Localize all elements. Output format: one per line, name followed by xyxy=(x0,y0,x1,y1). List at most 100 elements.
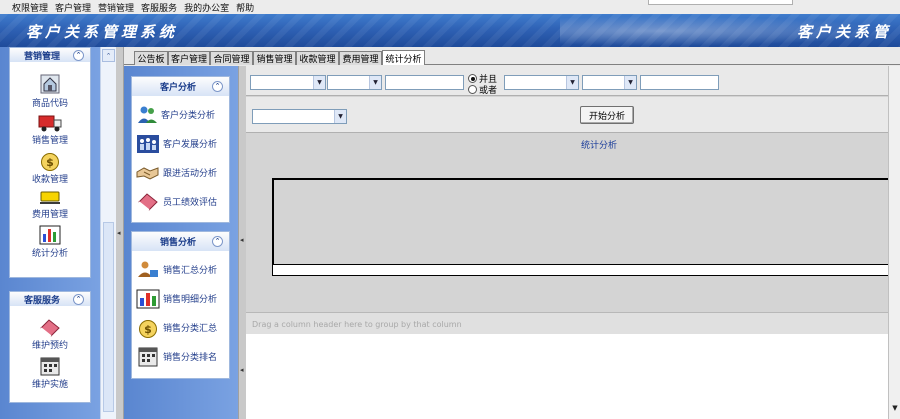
analysis-item-label: 销售分类汇总 xyxy=(163,324,218,334)
analysis-item-label: 跟进活动分析 xyxy=(163,169,218,179)
analysis-item-followup[interactable]: 跟进活动分析 xyxy=(132,158,229,187)
analysis-type-select[interactable]: ▼ xyxy=(252,109,347,124)
app-title-right: 客户关系管 xyxy=(797,23,893,41)
menu-item-customers[interactable]: 客户管理 xyxy=(55,1,91,14)
main-scrollbar[interactable]: ▼ xyxy=(888,66,900,419)
dropdown-arrow-icon: ▼ xyxy=(566,76,578,89)
analysis-panel: 客户分析 ⌃ 客户分类分析 客户发展分析 跟进活动分析 员工绩效评估 销售分析 … xyxy=(124,66,238,419)
chart-area xyxy=(272,178,892,276)
analysis-item-customer-category[interactable]: 客户分类分析 xyxy=(132,100,229,129)
handshake-icon xyxy=(136,166,159,180)
scroll-down-icon[interactable]: ▼ xyxy=(890,403,900,413)
collapse-up-icon[interactable]: ⌃ xyxy=(212,236,223,247)
nav-item-collections[interactable]: $ 收款管理 xyxy=(10,150,90,185)
panel-group-header[interactable]: 销售分析 ⌃ xyxy=(132,232,229,251)
value-input-2[interactable] xyxy=(640,75,719,90)
eraser-icon xyxy=(138,192,158,211)
analysis-item-customer-growth[interactable]: 客户发展分析 xyxy=(132,129,229,158)
scroll-up-icon[interactable]: ⌃ xyxy=(102,49,115,62)
dropdown-arrow-icon: ▼ xyxy=(313,76,325,89)
value-input-1[interactable] xyxy=(385,75,464,90)
field-select[interactable]: ▼ xyxy=(250,75,326,90)
sidebar-splitter[interactable]: ◂ xyxy=(116,47,124,419)
collapse-up-icon[interactable]: ⌃ xyxy=(212,81,223,92)
analysis-item-sales-summary[interactable]: 销售汇总分析 xyxy=(132,255,229,284)
nav-item-sales[interactable]: 销售管理 xyxy=(10,113,90,146)
nav-item-label: 费用管理 xyxy=(31,210,68,220)
nav-item-maintenance-exec[interactable]: 维护实施 xyxy=(10,355,90,390)
nav-item-expenses[interactable]: 费用管理 xyxy=(10,189,90,220)
calendar-icon xyxy=(138,347,158,366)
analysis-item-staff-performance[interactable]: 员工绩效评估 xyxy=(132,187,229,216)
filter-row-2: ▼ xyxy=(246,97,892,133)
menu-item-permissions[interactable]: 权限管理 xyxy=(12,1,48,14)
data-grid[interactable] xyxy=(246,334,892,419)
nav-item-product-code[interactable]: 商品代码 xyxy=(10,72,90,109)
calendar-icon xyxy=(40,357,60,376)
tab-bulletin[interactable]: 公告板 xyxy=(134,51,168,65)
nav-item-label: 维护实施 xyxy=(31,380,68,390)
collapse-left-icon[interactable]: ◂ xyxy=(240,236,244,244)
dropdown-arrow-icon: ▼ xyxy=(334,110,346,123)
analysis-item-label: 客户分类分析 xyxy=(161,111,216,121)
analysis-item-label: 员工绩效评估 xyxy=(163,198,218,208)
analysis-item-label: 销售汇总分析 xyxy=(163,266,218,276)
radio-or-button[interactable] xyxy=(468,85,477,94)
radio-or-label: 或者 xyxy=(479,86,498,96)
tab-sales[interactable]: 销售管理 xyxy=(253,51,296,65)
menu-item-service[interactable]: 客服服务 xyxy=(141,1,177,14)
operator-select[interactable]: ▼ xyxy=(327,75,382,90)
analysis-item-label: 销售明细分析 xyxy=(163,295,218,305)
left-sidebar: 营销管理 ⌃ 商品代码 销售管理 $ 收款管理 费用管理 统计分析 客服服务 ⌃… xyxy=(0,47,100,419)
radio-and-button[interactable] xyxy=(468,74,477,83)
menu-item-my-office[interactable]: 我的办公室 xyxy=(184,1,229,14)
grid-group-panel[interactable]: Drag a column header here to group by th… xyxy=(246,312,892,334)
panel-splitter[interactable]: ◂ ◂ xyxy=(238,66,246,419)
people-chart-icon xyxy=(137,134,159,153)
panel-group-header[interactable]: 客户分析 ⌃ xyxy=(132,77,229,96)
app-banner: 客户关系管理系统 客户关系管 xyxy=(0,14,900,47)
operator-select-2[interactable]: ▼ xyxy=(582,75,637,90)
nav-item-maintenance-booking[interactable]: 维护预约 xyxy=(10,316,90,351)
collapse-left-icon[interactable]: ◂ xyxy=(240,366,244,374)
tab-contracts[interactable]: 合同管理 xyxy=(210,51,253,65)
collapse-up-icon[interactable]: ⌃ xyxy=(73,49,84,61)
top-input-edge xyxy=(648,0,793,5)
section-label: 统计分析 xyxy=(580,141,617,151)
panel-group-title: 销售分析 xyxy=(160,238,197,248)
panel-group-customer-analysis: 客户分析 ⌃ 客户分类分析 客户发展分析 跟进活动分析 员工绩效评估 xyxy=(131,76,230,223)
radio-or[interactable]: 或者 xyxy=(468,83,497,96)
collapse-up-icon[interactable]: ⌃ xyxy=(73,293,84,305)
nav-group-service: 客服服务 ⌃ 维护预约 维护实施 xyxy=(9,291,91,403)
tab-collections[interactable]: 收款管理 xyxy=(296,51,339,65)
nav-group-header[interactable]: 客服服务 ⌃ xyxy=(10,292,90,306)
analysis-item-sales-category-summary[interactable]: $ 销售分类汇总 xyxy=(132,313,229,342)
menu-item-help[interactable]: 帮助 xyxy=(236,1,254,14)
field-select-2[interactable]: ▼ xyxy=(504,75,579,90)
start-analysis-button[interactable]: 开始分析 xyxy=(580,106,634,124)
tab-statistics[interactable]: 统计分析 xyxy=(382,50,425,65)
app-title: 客户关系管理系统 xyxy=(26,23,179,41)
analysis-item-sales-category-rank[interactable]: 销售分类排名 xyxy=(132,342,229,371)
home-icon xyxy=(40,74,60,94)
nav-group-header[interactable]: 营销管理 ⌃ xyxy=(10,48,90,62)
dropdown-arrow-icon: ▼ xyxy=(624,76,636,89)
coin-icon xyxy=(40,191,60,204)
nav-item-statistics[interactable]: 统计分析 xyxy=(10,224,90,259)
tab-expenses[interactable]: 费用管理 xyxy=(339,51,382,65)
tab-strip: 公告板 客户管理 合同管理 销售管理 收款管理 费用管理 统计分析 xyxy=(124,50,900,65)
collapse-left-icon[interactable]: ◂ xyxy=(117,229,121,237)
nav-item-label: 维护预约 xyxy=(31,341,68,351)
svg-text:$: $ xyxy=(144,323,152,336)
sidebar-scrollbar[interactable]: ⌃ xyxy=(100,47,116,419)
bar-chart-icon xyxy=(39,225,61,245)
nav-group-marketing: 营销管理 ⌃ 商品代码 销售管理 $ 收款管理 费用管理 统计分析 xyxy=(9,47,91,278)
analysis-item-sales-detail[interactable]: 销售明细分析 xyxy=(132,284,229,313)
nav-item-label: 收款管理 xyxy=(31,175,68,185)
nav-item-label: 销售管理 xyxy=(31,136,68,146)
analysis-item-label: 销售分类排名 xyxy=(163,353,218,363)
scrollbar-thumb[interactable] xyxy=(103,222,114,412)
menu-item-marketing[interactable]: 营销管理 xyxy=(98,1,134,14)
tab-customers[interactable]: 客户管理 xyxy=(168,51,210,65)
chart-base-strip xyxy=(272,264,892,276)
